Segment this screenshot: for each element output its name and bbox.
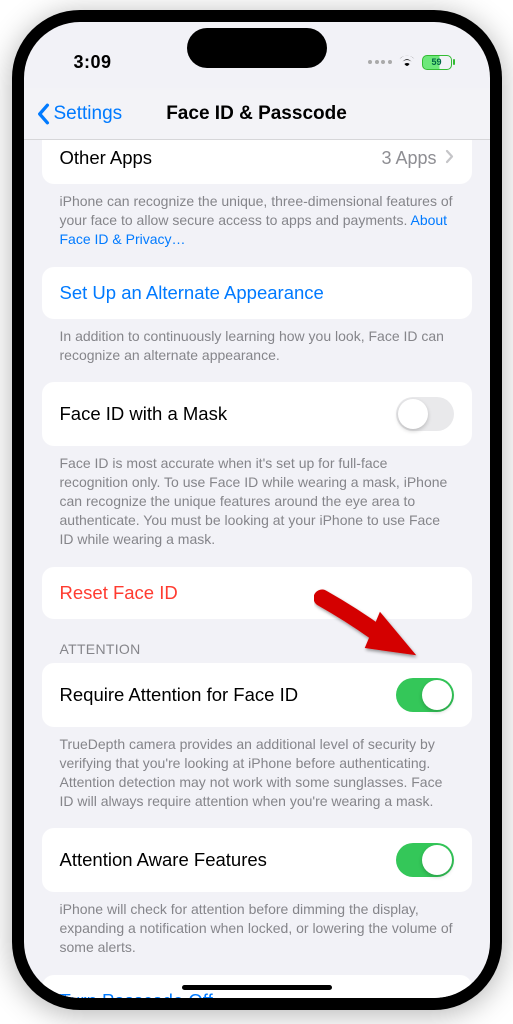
mask-footer: Face ID is most accurate when it's set u… <box>42 446 472 554</box>
attention-aware-label: Attention Aware Features <box>60 849 267 871</box>
require-attention-toggle[interactable] <box>396 678 454 712</box>
annotation-arrow-icon <box>314 586 424 666</box>
battery-icon: 59 <box>422 55 452 70</box>
content-area[interactable]: Other Apps 3 Apps iPhone can recognize t… <box>24 140 490 998</box>
status-indicators: 59 <box>368 53 460 72</box>
attention-aware-footer: iPhone will check for attention before d… <box>42 892 472 963</box>
faceid-mask-label: Face ID with a Mask <box>60 403 228 425</box>
reset-faceid-label: Reset Face ID <box>60 582 178 604</box>
other-apps-row[interactable]: Other Apps 3 Apps <box>42 140 472 184</box>
other-apps-value: 3 Apps <box>381 148 436 169</box>
page-title: Face ID & Passcode <box>166 103 347 125</box>
wifi-icon <box>398 53 416 72</box>
alternate-appearance-label: Set Up an Alternate Appearance <box>60 282 324 304</box>
alternate-appearance-button[interactable]: Set Up an Alternate Appearance <box>42 267 472 319</box>
dynamic-island <box>187 28 327 68</box>
battery-level: 59 <box>431 57 441 67</box>
chevron-right-icon <box>445 148 454 169</box>
cellular-dots-icon <box>368 60 392 64</box>
require-attention-footer: TrueDepth camera provides an additional … <box>42 727 472 817</box>
screen: 3:09 59 Settings Face ID & Passcode <box>24 22 490 998</box>
require-attention-row[interactable]: Require Attention for Face ID <box>42 663 472 727</box>
back-label: Settings <box>54 103 123 125</box>
faceid-privacy-footer: iPhone can recognize the unique, three-d… <box>42 184 472 255</box>
faceid-mask-row[interactable]: Face ID with a Mask <box>42 382 472 446</box>
require-attention-label: Require Attention for Face ID <box>60 684 299 706</box>
back-button[interactable]: Settings <box>36 103 123 125</box>
phone-frame: 3:09 59 Settings Face ID & Passcode <box>12 10 502 1010</box>
nav-bar: Settings Face ID & Passcode <box>24 88 490 140</box>
status-time: 3:09 <box>54 52 112 73</box>
attention-aware-toggle[interactable] <box>396 843 454 877</box>
home-indicator[interactable] <box>182 985 332 990</box>
turn-passcode-off-label: Turn Passcode Off <box>60 990 213 998</box>
faceid-mask-toggle[interactable] <box>396 397 454 431</box>
alternate-footer: In addition to continuously learning how… <box>42 319 472 371</box>
other-apps-label: Other Apps <box>60 147 153 169</box>
attention-aware-row[interactable]: Attention Aware Features <box>42 828 472 892</box>
